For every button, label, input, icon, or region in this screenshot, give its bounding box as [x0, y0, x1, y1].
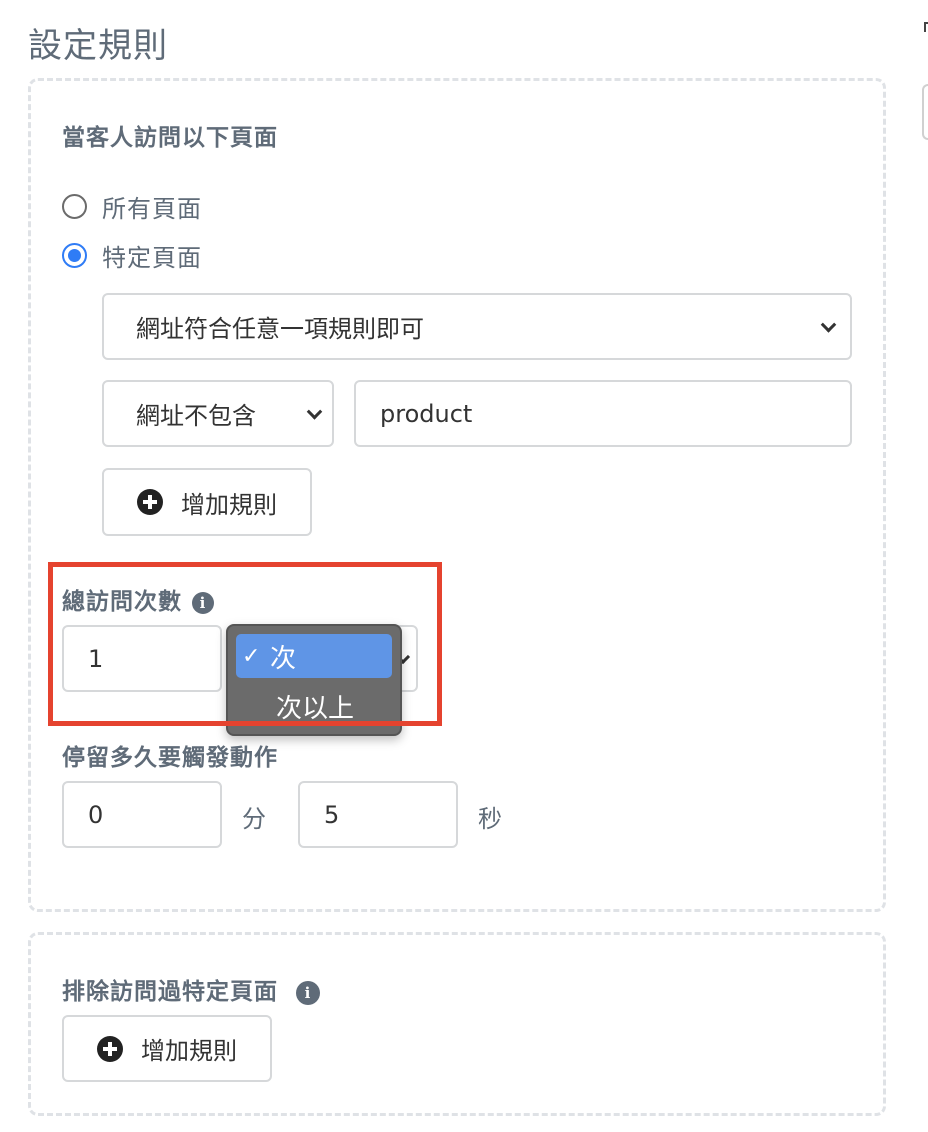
chevron-down-icon: [306, 403, 323, 420]
exclude-add-rule-button[interactable]: 增加規則: [62, 1015, 272, 1082]
chevron-down-icon: [820, 316, 837, 333]
radio-specific-pages[interactable]: 特定頁面: [62, 238, 202, 273]
stay-seconds-value: 5: [324, 800, 340, 829]
exclude-add-rule-label: 增加規則: [141, 1037, 237, 1065]
stay-minutes-value: 0: [88, 800, 104, 829]
highlight-annotation: [48, 562, 442, 726]
edge-glyph: [924, 22, 928, 32]
stay-seconds-input[interactable]: 5: [298, 781, 458, 848]
match-mode-select[interactable]: 網址符合任意一項規則即可: [102, 293, 852, 360]
radio-all-pages-circle[interactable]: [62, 194, 87, 219]
add-rule-label: 增加規則: [181, 490, 277, 519]
edge-panel: [922, 84, 928, 140]
plus-circle-icon: [97, 1035, 123, 1062]
stay-time-label: 停留多久要觸發動作: [62, 745, 278, 771]
url-condition-input-value: product: [380, 399, 473, 428]
match-mode-value: 網址符合任意一項規則即可: [136, 315, 424, 343]
page-title: 設定規則: [28, 26, 168, 66]
url-condition-input[interactable]: product: [354, 380, 852, 447]
radio-all-pages[interactable]: 所有頁面: [62, 189, 202, 224]
info-icon[interactable]: i: [296, 980, 320, 1005]
minutes-unit-label: 分: [242, 805, 266, 833]
add-rule-button[interactable]: 增加規則: [102, 468, 312, 536]
exclude-section-label: 排除訪問過特定頁面 i: [62, 972, 320, 1006]
radio-all-pages-label: 所有頁面: [102, 195, 202, 223]
plus-circle-icon: [137, 489, 163, 515]
radio-specific-pages-label: 特定頁面: [102, 244, 202, 272]
exclude-section-label-text: 排除訪問過特定頁面: [62, 979, 278, 1005]
url-condition-value: 網址不包含: [136, 402, 256, 430]
visit-section-label: 當客人訪問以下頁面: [62, 125, 278, 151]
radio-specific-pages-circle[interactable]: [62, 243, 87, 268]
stay-minutes-input[interactable]: 0: [62, 781, 222, 848]
url-condition-select[interactable]: 網址不包含: [102, 380, 334, 447]
seconds-unit-label: 秒: [478, 805, 502, 833]
